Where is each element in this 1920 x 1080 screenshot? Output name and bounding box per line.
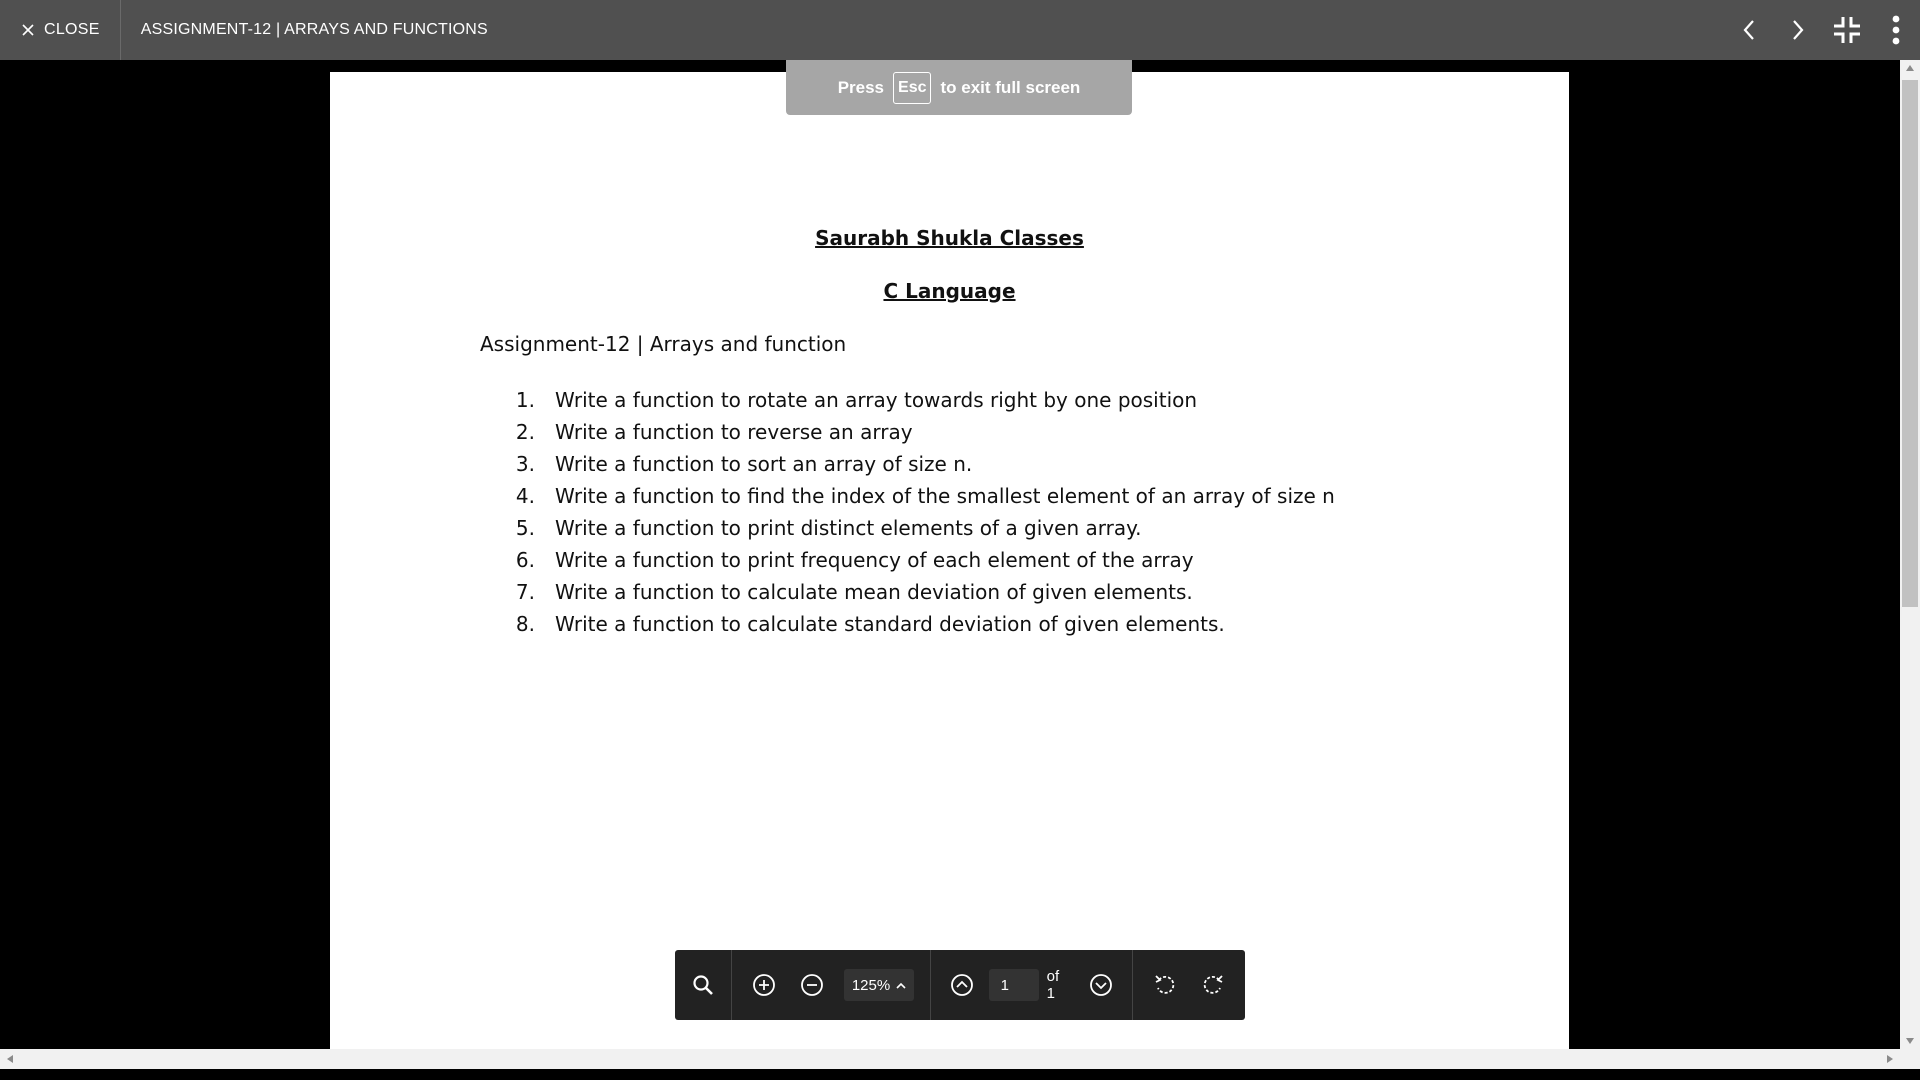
scroll-left-arrow[interactable] <box>2 1049 18 1069</box>
list-item: 5. Write a function to print distinct ele… <box>515 516 1142 540</box>
zoom-in-icon <box>753 974 775 996</box>
list-item: 7. Write a function to calculate mean dev… <box>515 580 1193 604</box>
document-viewer[interactable]: Saurabh Shukla Classes C Language Assign… <box>0 60 1900 1049</box>
exit-fullscreen-button[interactable] <box>1822 0 1871 60</box>
scroll-right-arrow[interactable] <box>1882 1049 1898 1069</box>
chevron-right-icon <box>1792 20 1803 40</box>
more-vert-icon <box>1892 15 1899 45</box>
top-actions <box>1724 0 1920 60</box>
list-item: 2. Write a function to reverse an array <box>515 420 913 444</box>
page-count: of 1 <box>1046 968 1060 1002</box>
triangle-down-icon <box>1906 1038 1914 1044</box>
chevron-left-icon <box>1743 20 1754 40</box>
zoom-out-button[interactable] <box>788 961 836 1009</box>
more-options-button[interactable] <box>1871 0 1920 60</box>
page-up-icon <box>950 974 973 996</box>
list-item: 4. Write a function to find the index of … <box>515 484 1335 508</box>
rotate-left-button[interactable] <box>1141 961 1189 1009</box>
rotate-right-button[interactable] <box>1189 961 1237 1009</box>
close-button[interactable]: CLOSE <box>0 0 121 60</box>
horizontal-scrollbar[interactable] <box>0 1049 1900 1069</box>
scrollbar-corner <box>1900 1049 1920 1069</box>
triangle-right-icon <box>1887 1055 1893 1063</box>
search-icon <box>693 975 713 995</box>
list-item: 3. Write a function to sort an array of s… <box>515 452 973 476</box>
bottom-strip <box>0 1069 1920 1080</box>
chevron-up-icon <box>896 982 906 989</box>
list-item: 8. Write a function to calculate standard… <box>515 612 1225 636</box>
fullscreen-hint: Press Esc to exit full screen <box>786 60 1132 115</box>
close-label: CLOSE <box>44 21 100 38</box>
rotate-right-icon <box>1203 975 1223 994</box>
list-item: 1. Write a function to rotate an array to… <box>515 388 1198 412</box>
previous-button[interactable] <box>1724 0 1773 60</box>
assignment-line: Assignment-12 | Arrays and function <box>480 332 847 356</box>
zoom-out-icon <box>801 974 823 996</box>
document-title: ASSIGNMENT-12 | ARRAYS AND FUNCTIONS <box>140 21 488 38</box>
document-heading: Saurabh Shukla Classes <box>815 226 1084 250</box>
scroll-up-arrow[interactable] <box>1900 60 1920 76</box>
hint-prefix: Press <box>837 77 885 97</box>
close-icon <box>22 24 34 36</box>
document-subheading: C Language <box>883 279 1016 303</box>
question-list: 1. Write a function to rotate an array to… <box>510 384 1335 640</box>
page-number-input[interactable] <box>988 969 1039 1001</box>
vertical-scrollbar[interactable] <box>1900 60 1920 1049</box>
vertical-scroll-thumb[interactable] <box>1902 80 1918 607</box>
viewer-toolbar: 125% of 1 <box>675 950 1245 1020</box>
page-down-icon <box>1090 974 1113 996</box>
previous-page-button[interactable] <box>939 961 985 1009</box>
top-bar: CLOSE ASSIGNMENT-12 | ARRAYS AND FUNCTIO… <box>0 0 1920 60</box>
next-button[interactable] <box>1773 0 1822 60</box>
zoom-in-button[interactable] <box>740 961 788 1009</box>
esc-key: Esc <box>893 71 932 104</box>
exit-fullscreen-icon <box>1833 17 1860 43</box>
hint-suffix: to exit full screen <box>940 77 1081 97</box>
triangle-left-icon <box>7 1055 13 1063</box>
scroll-down-arrow[interactable] <box>1900 1033 1920 1049</box>
triangle-up-icon <box>1906 65 1914 71</box>
search-button[interactable] <box>679 961 727 1009</box>
list-item: 6. Write a function to print frequency of… <box>515 548 1194 572</box>
document-page: Saurabh Shukla Classes C Language Assign… <box>330 72 1569 1049</box>
zoom-value: 125% <box>851 976 891 994</box>
next-page-button[interactable] <box>1078 961 1124 1009</box>
zoom-select[interactable]: 125% <box>844 969 914 1001</box>
rotate-left-icon <box>1155 975 1175 994</box>
